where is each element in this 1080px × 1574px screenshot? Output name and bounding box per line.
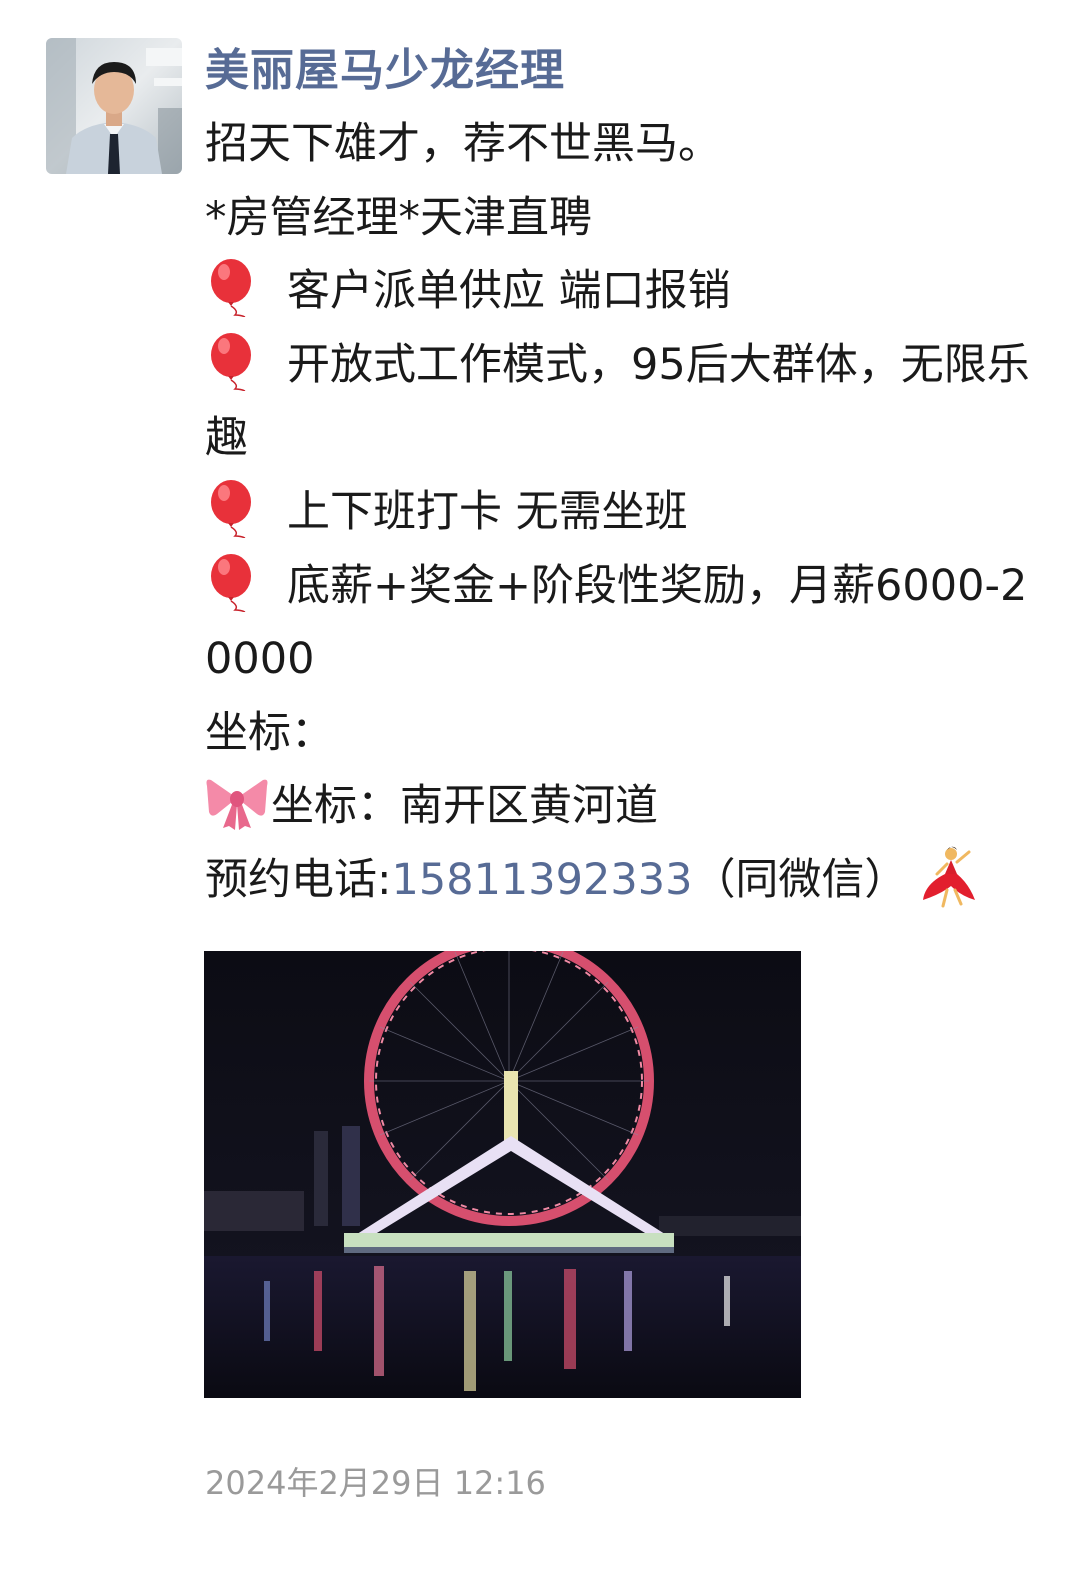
- moments-post: 美丽屋马少龙经理 招天下雄才，荐不世黑马。 *房管经理*天津直聘 客户派单供应 …: [0, 0, 1080, 1574]
- post-photo[interactable]: [204, 951, 801, 1398]
- post-timestamp: 2024年2月29日 12:16: [205, 1464, 546, 1502]
- bullet-text: 开放式工作模式，95后大群体，无限乐趣: [205, 339, 1030, 464]
- avatar[interactable]: [46, 38, 182, 174]
- pink-ribbon-icon: [206, 779, 268, 831]
- red-balloon-icon: [211, 259, 251, 318]
- bullet-item: 客户派单供应 端口报销: [205, 255, 1045, 329]
- author-name[interactable]: 美丽屋马少龙经理: [205, 38, 1045, 104]
- location-text: 坐标：南开区黄河道: [271, 781, 658, 832]
- text-line-slogan: 招天下雄才，荐不世黑马。: [205, 119, 721, 169]
- dancer-icon: [923, 846, 976, 908]
- bullet-text: 上下班打卡 无需坐班: [287, 486, 688, 537]
- text-line-position: *房管经理*天津直聘: [205, 192, 592, 243]
- bullet-item: 开放式工作模式，95后大群体，无限乐趣: [205, 329, 1045, 476]
- post-content: 美丽屋马少龙经理 招天下雄才，荐不世黑马。 *房管经理*天津直聘 客户派单供应 …: [205, 38, 1045, 918]
- phone-number-link[interactable]: 15811392333: [392, 855, 693, 905]
- bullet-item: 上下班打卡 无需坐班: [205, 476, 1045, 550]
- text-line-location-label: 坐标：: [205, 707, 334, 758]
- text-line-phone: 预约电话:15811392333（同微信）: [205, 844, 1045, 918]
- phone-suffix: （同微信）: [692, 854, 908, 905]
- phone-label: 预约电话:: [205, 854, 392, 905]
- text-line-location: 坐标：南开区黄河道: [205, 770, 1045, 844]
- bullet-item: 底薪+奖金+阶段性奖励，月薪6000-20000: [205, 550, 1045, 697]
- ferris-wheel-night-photo: [204, 951, 801, 1398]
- post-text: 招天下雄才，荐不世黑马。 *房管经理*天津直聘 客户派单供应 端口报销 开放式工…: [205, 108, 1045, 918]
- red-balloon-icon: [211, 332, 251, 391]
- red-balloon-icon: [211, 553, 251, 612]
- red-balloon-icon: [211, 479, 251, 538]
- bullet-text: 客户派单供应 端口报销: [287, 266, 731, 317]
- avatar-image: [46, 38, 182, 174]
- bullet-text: 底薪+奖金+阶段性奖励，月薪6000-20000: [205, 560, 1028, 685]
